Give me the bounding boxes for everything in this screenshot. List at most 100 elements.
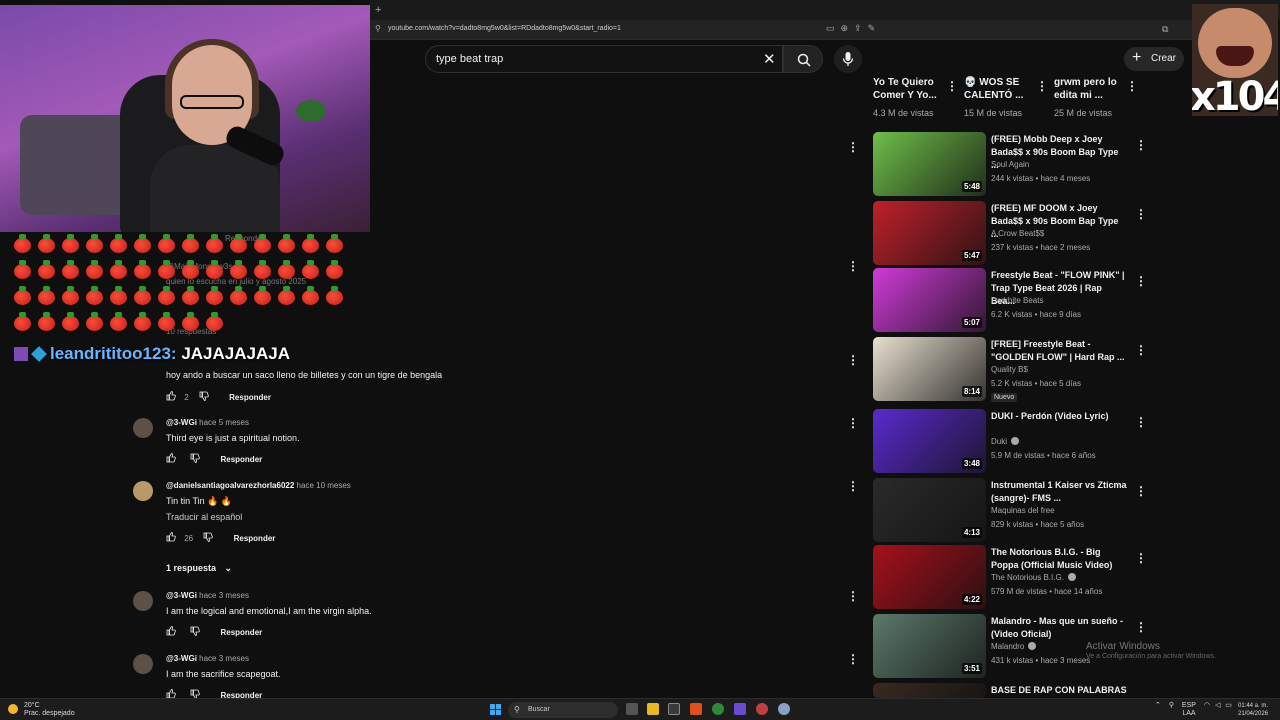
- more-options-icon[interactable]: ⋮: [1135, 484, 1147, 498]
- video-thumbnail[interactable]: 3:51: [873, 614, 986, 678]
- language-indicator[interactable]: ESP LAA: [1182, 702, 1196, 718]
- video-item[interactable]: BASE DE RAP CON PALABRAS: [873, 683, 1148, 698]
- like-icon[interactable]: [166, 626, 176, 638]
- video-thumbnail[interactable]: 5:48: [873, 132, 986, 196]
- video-title[interactable]: DUKI - Perdón (Video Lyric): [991, 410, 1127, 423]
- more-options-icon[interactable]: ⋮: [1135, 343, 1147, 357]
- more-options-icon[interactable]: ⋮: [1135, 620, 1147, 634]
- more-options-icon[interactable]: ⋮: [1135, 551, 1147, 565]
- more-options-icon[interactable]: ⋮: [847, 589, 859, 603]
- more-options-icon[interactable]: ⋮: [847, 259, 859, 273]
- video-title[interactable]: BASE DE RAP CON PALABRAS: [991, 684, 1127, 697]
- volume-icon[interactable]: ◁: [1215, 702, 1220, 709]
- shorts-item[interactable]: Yo Te Quiero Comer Y Yo... 4.3 M de vist…: [873, 76, 943, 120]
- comment-time[interactable]: hace 5 meses: [199, 418, 249, 427]
- store-icon[interactable]: [668, 703, 680, 715]
- video-thumbnail[interactable]: 3:48: [873, 409, 986, 473]
- video-channel[interactable]: Duki: [991, 437, 1020, 446]
- video-thumbnail[interactable]: 4:22: [873, 545, 986, 609]
- video-title[interactable]: Instrumental 1 Kaiser vs Zticma (sangre)…: [991, 479, 1127, 505]
- clock[interactable]: 01:44 a. m. 21/04/2026: [1238, 702, 1268, 718]
- search-box[interactable]: type beat trap ✕: [425, 45, 783, 73]
- more-options-icon[interactable]: ⋮: [847, 140, 859, 154]
- video-title[interactable]: [FREE] Freestyle Beat - "GOLDEN FLOW" | …: [991, 338, 1127, 364]
- system-tray[interactable]: ⌃ ⚲ ESP LAA ◠ ◁ ▭: [1155, 702, 1232, 718]
- video-channel[interactable]: Soul Again: [991, 160, 1029, 169]
- voice-search-button[interactable]: [834, 45, 862, 73]
- video-thumbnail[interactable]: 8:14: [873, 337, 986, 401]
- dislike-icon[interactable]: [203, 532, 214, 544]
- like-icon[interactable]: [166, 453, 176, 465]
- brave-browser-icon[interactable]: [690, 703, 702, 715]
- new-tab-button[interactable]: +: [375, 4, 381, 16]
- video-channel[interactable]: A Crow Beat$$: [991, 229, 1044, 238]
- address-actions-icons[interactable]: ▭⊕⇪✎: [826, 23, 881, 34]
- video-channel[interactable]: Maquinas del free: [991, 506, 1055, 515]
- extensions-icon[interactable]: ⧉: [1162, 24, 1168, 35]
- video-thumbnail[interactable]: 5:47: [873, 201, 986, 265]
- reply-button[interactable]: Responder: [220, 455, 262, 464]
- avatar[interactable]: [133, 591, 153, 611]
- video-item[interactable]: 4:22 The Notorious B.I.G. - Big Poppa (Of…: [873, 545, 1148, 609]
- more-options-icon[interactable]: ⋮: [1135, 207, 1147, 221]
- video-item[interactable]: 5:48 (FREE) Mobb Deep x Joey Bada$$ x 90s…: [873, 132, 1148, 196]
- weather-widget[interactable]: 20°C Prac. despejado: [8, 702, 75, 718]
- like-icon[interactable]: [166, 532, 176, 544]
- more-options-icon[interactable]: ⋮: [1135, 415, 1147, 429]
- video-channel[interactable]: Quality B$: [991, 365, 1028, 374]
- comment-time[interactable]: hace 3 meses: [199, 591, 249, 600]
- video-item[interactable]: 4:13 Instrumental 1 Kaiser vs Zticma (san…: [873, 478, 1148, 542]
- more-options-icon[interactable]: ⋮: [1135, 138, 1147, 152]
- more-options-icon[interactable]: ⋮: [847, 479, 859, 493]
- chevron-up-icon[interactable]: ⌃: [1155, 702, 1161, 709]
- wifi-icon[interactable]: ◠: [1204, 702, 1210, 709]
- replies-toggle[interactable]: 1 respuesta ⌄: [166, 563, 232, 574]
- reply-button[interactable]: Responder: [220, 628, 262, 637]
- more-options-icon[interactable]: ⋮: [1126, 80, 1138, 92]
- location-icon[interactable]: ⚲: [1169, 702, 1174, 709]
- video-item[interactable]: 5:47 (FREE) MF DOOM x Joey Bada$$ x 90s B…: [873, 201, 1148, 265]
- more-options-icon[interactable]: ⋮: [1036, 80, 1048, 92]
- video-title[interactable]: The Notorious B.I.G. - Big Poppa (Offici…: [991, 546, 1127, 572]
- address-url[interactable]: youtube.com/watch?v=dadto8mg5w0&list=RDd…: [388, 25, 621, 32]
- search-button[interactable]: [783, 45, 823, 73]
- reply-button[interactable]: Responder: [234, 534, 276, 543]
- dislike-icon[interactable]: [190, 453, 200, 465]
- create-button[interactable]: + Crear: [1124, 47, 1184, 71]
- comment-author[interactable]: @3-WGi: [166, 654, 197, 663]
- dislike-icon[interactable]: [190, 626, 200, 638]
- translate-link[interactable]: Traducir al español: [166, 512, 242, 522]
- comment-author[interactable]: @3-WGi: [166, 591, 197, 600]
- battery-icon[interactable]: ▭: [1225, 702, 1232, 709]
- more-options-icon[interactable]: ⋮: [847, 652, 859, 666]
- video-channel[interactable]: Darkbite Beats: [991, 296, 1043, 305]
- discord-icon[interactable]: [734, 703, 746, 715]
- video-title[interactable]: Malandro - Mas que un sueño - (Video Ofi…: [991, 615, 1127, 641]
- reply-button[interactable]: Responder: [229, 393, 271, 402]
- video-item[interactable]: 8:14 [FREE] Freestyle Beat - "GOLDEN FLOW…: [873, 337, 1148, 402]
- shorts-item[interactable]: 💀 WOS SE CALENTÓ ... 15 M de vistas: [964, 76, 1030, 120]
- clear-search-icon[interactable]: ✕: [763, 50, 776, 68]
- site-info-icon[interactable]: ⚲: [375, 24, 381, 33]
- settings-icon[interactable]: [778, 703, 790, 715]
- comment-time[interactable]: hace 10 meses: [297, 481, 351, 490]
- shorts-item[interactable]: grwm pero lo edita mi ... 25 M de vistas: [1054, 76, 1124, 120]
- comment-author[interactable]: @danielsantiagoalvarezhorla6022: [166, 481, 294, 490]
- avatar[interactable]: [133, 654, 153, 674]
- video-item[interactable]: 5:07 Freestyle Beat - "FLOW PINK" | Trap …: [873, 268, 1148, 332]
- video-thumbnail[interactable]: 5:07: [873, 268, 986, 332]
- video-thumbnail[interactable]: [873, 683, 986, 698]
- more-options-icon[interactable]: ⋮: [1135, 274, 1147, 288]
- video-channel[interactable]: The Notorious B.I.G.: [991, 573, 1076, 582]
- task-view-icon[interactable]: [626, 703, 638, 715]
- avatar[interactable]: [133, 481, 153, 501]
- more-options-icon[interactable]: ⋮: [946, 80, 958, 92]
- search-input[interactable]: type beat trap: [436, 53, 503, 65]
- app-icon[interactable]: [712, 703, 724, 715]
- obs-icon[interactable]: [756, 703, 768, 715]
- more-options-icon[interactable]: ⋮: [847, 416, 859, 430]
- more-options-icon[interactable]: ⋮: [847, 353, 859, 367]
- video-item[interactable]: 3:48 DUKI - Perdón (Video Lyric) Duki 5.9 M…: [873, 409, 1148, 473]
- comment-author[interactable]: @3-WGi: [166, 418, 197, 427]
- file-explorer-icon[interactable]: [647, 703, 659, 715]
